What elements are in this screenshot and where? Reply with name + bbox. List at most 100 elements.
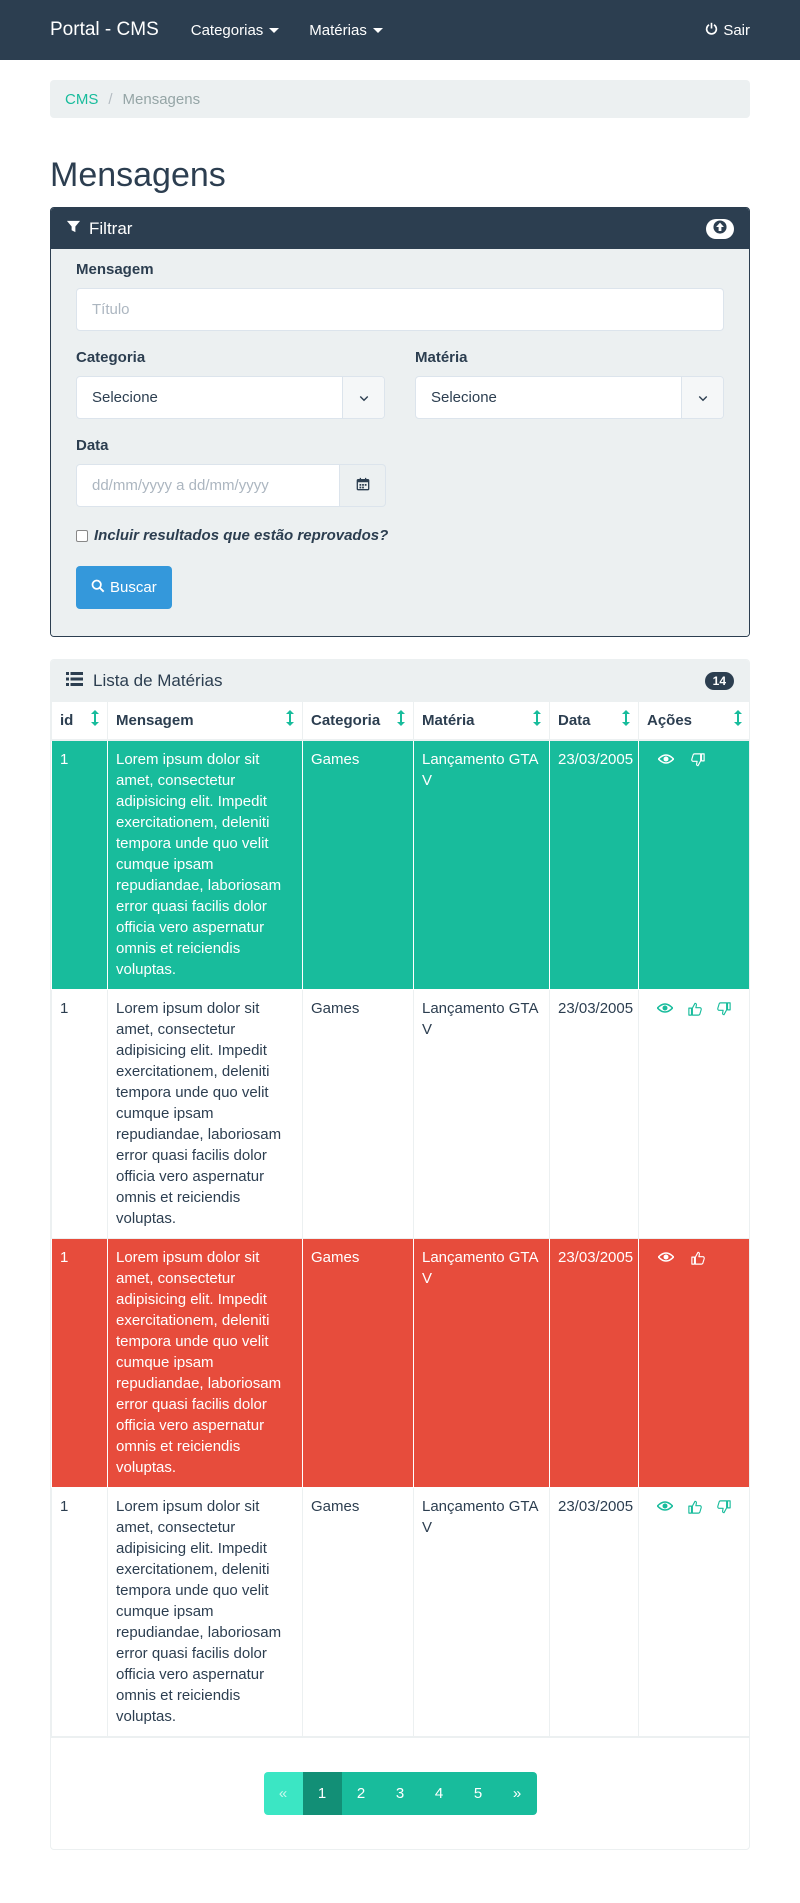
count-badge: 14 (704, 671, 734, 690)
cell-acoes (638, 1237, 749, 1488)
filter-icon (66, 219, 81, 239)
page-link-3[interactable]: 3 (380, 1771, 420, 1815)
chevron-down-icon[interactable] (681, 377, 723, 418)
eye-icon[interactable] (657, 1500, 673, 1514)
materia-label: Matéria (415, 349, 468, 366)
materia-select-value: Selecione (431, 389, 497, 406)
filter-panel-header[interactable]: Filtrar (51, 208, 749, 249)
col-header-categoria[interactable]: Categoria (302, 701, 414, 741)
search-button-label: Buscar (110, 579, 157, 596)
search-button[interactable]: Buscar (76, 566, 172, 609)
col-header-data[interactable]: Data (549, 701, 639, 741)
chevron-down-icon[interactable] (342, 377, 384, 418)
mensagem-placeholder: Título (92, 301, 130, 318)
col-header-label: Matéria (422, 711, 475, 729)
search-icon (91, 579, 105, 597)
sort-icon[interactable] (734, 710, 742, 730)
caret-down-icon (269, 27, 280, 33)
filter-panel-body: Mensagem Título Categoria Selecione Maté… (51, 249, 749, 636)
messages-table: id Mensagem Categoria Matéria Data Ações… (51, 701, 749, 1737)
cell-data: 23/03/2005 (549, 1486, 639, 1737)
page-link-5[interactable]: 5 (458, 1771, 498, 1815)
categoria-label: Categoria (76, 349, 146, 366)
cell-data: 23/03/2005 (549, 1237, 639, 1488)
list-icon (66, 671, 83, 691)
col-header-acoes[interactable]: Ações (638, 701, 749, 741)
thumbs-down-icon[interactable] (689, 752, 707, 767)
data-placeholder: dd/mm/yyyy a dd/mm/yyyy (92, 477, 269, 494)
cell-materia: Lançamento GTA V (413, 1237, 550, 1488)
cell-categoria: Games (302, 739, 414, 990)
breadcrumb-current: Mensagens (122, 90, 201, 108)
cell-materia: Lançamento GTA V (413, 739, 550, 990)
col-header-materia[interactable]: Matéria (413, 701, 550, 741)
col-header-label: Data (558, 711, 591, 729)
cell-id: 1 (51, 1237, 108, 1488)
calendar-button[interactable] (340, 464, 386, 507)
reprovados-checkbox-row: Incluir resultados que estão reprovados? (76, 527, 724, 544)
sort-icon[interactable] (286, 710, 294, 730)
page-link-2[interactable]: 2 (341, 1771, 381, 1815)
pagination-area: « 1 2 3 4 5 » (51, 1736, 749, 1849)
col-header-label: Ações (647, 711, 693, 729)
categoria-select-value: Selecione (92, 389, 158, 406)
data-range-input[interactable]: dd/mm/yyyy a dd/mm/yyyy (76, 464, 386, 507)
cell-acoes (638, 988, 749, 1239)
collapse-button[interactable] (706, 218, 734, 239)
eye-icon[interactable] (657, 1002, 673, 1016)
filter-panel: Filtrar Mensagem Título Categoria Seleci… (50, 207, 750, 637)
data-range-field[interactable]: dd/mm/yyyy a dd/mm/yyyy (76, 464, 340, 507)
brand[interactable]: Portal - CMS (50, 19, 159, 41)
cell-id: 1 (51, 1486, 108, 1737)
page-next[interactable]: » (497, 1771, 537, 1815)
navbar: Portal - CMS Categorias Matérias Sair (0, 0, 800, 60)
nav-categorias[interactable]: Categorias (191, 22, 280, 39)
page-title: Mensagens (50, 156, 226, 194)
cell-acoes (638, 1486, 749, 1737)
sort-icon[interactable] (533, 710, 541, 730)
cell-mensagem: Lorem ipsum dolor sit amet, consectetur … (107, 988, 303, 1239)
list-panel-header: Lista de Matérias 14 (51, 660, 749, 701)
thumbs-up-icon[interactable] (689, 1251, 707, 1265)
eye-icon[interactable] (657, 1251, 675, 1265)
thumbs-up-icon[interactable] (687, 1500, 703, 1514)
reprovados-checkbox[interactable] (76, 529, 88, 542)
materia-select[interactable]: Selecione (415, 376, 724, 419)
caret-down-icon (372, 27, 383, 33)
arrow-circle-up-icon (713, 219, 727, 239)
thumbs-up-icon[interactable] (687, 1002, 703, 1016)
breadcrumb: CMS / Mensagens (50, 80, 750, 118)
cell-data: 23/03/2005 (549, 988, 639, 1239)
mensagem-label: Mensagem (76, 261, 154, 278)
reprovados-label[interactable]: Incluir resultados que estão reprovados? (94, 527, 388, 544)
nav-categorias-label: Categorias (190, 21, 264, 39)
thumbs-down-icon[interactable] (717, 1499, 733, 1514)
cell-id: 1 (51, 988, 108, 1239)
table-row: 1 Lorem ipsum dolor sit amet, consectetu… (51, 988, 749, 1239)
sort-icon[interactable] (91, 710, 99, 730)
cell-categoria: Games (302, 988, 414, 1239)
table-row: 1 Lorem ipsum dolor sit amet, consectetu… (51, 739, 749, 990)
breadcrumb-root[interactable]: CMS (65, 91, 98, 108)
col-header-mensagem[interactable]: Mensagem (107, 701, 303, 741)
table-row: 1 Lorem ipsum dolor sit amet, consectetu… (51, 1486, 749, 1737)
col-header-id[interactable]: id (51, 701, 108, 741)
sort-icon[interactable] (397, 710, 405, 730)
sort-icon[interactable] (622, 710, 630, 730)
thumbs-down-icon[interactable] (717, 1001, 733, 1016)
eye-icon[interactable] (657, 753, 675, 767)
logout-button[interactable]: Sair (705, 22, 750, 39)
page-prev[interactable]: « (263, 1771, 303, 1815)
nav-materias[interactable]: Matérias (309, 22, 383, 39)
cell-mensagem: Lorem ipsum dolor sit amet, consectetur … (107, 1237, 303, 1488)
page-link-1[interactable]: 1 (302, 1771, 342, 1815)
table-header-row: id Mensagem Categoria Matéria Data Ações (51, 701, 749, 741)
list-title: Lista de Matérias (93, 670, 223, 690)
mensagem-input[interactable]: Título (76, 288, 724, 331)
page-link-4[interactable]: 4 (419, 1771, 459, 1815)
cell-materia: Lançamento GTA V (413, 1486, 550, 1737)
col-header-label: id (60, 711, 74, 729)
calendar-icon (356, 477, 370, 495)
col-header-label: Mensagem (116, 711, 194, 729)
categoria-select[interactable]: Selecione (76, 376, 385, 419)
